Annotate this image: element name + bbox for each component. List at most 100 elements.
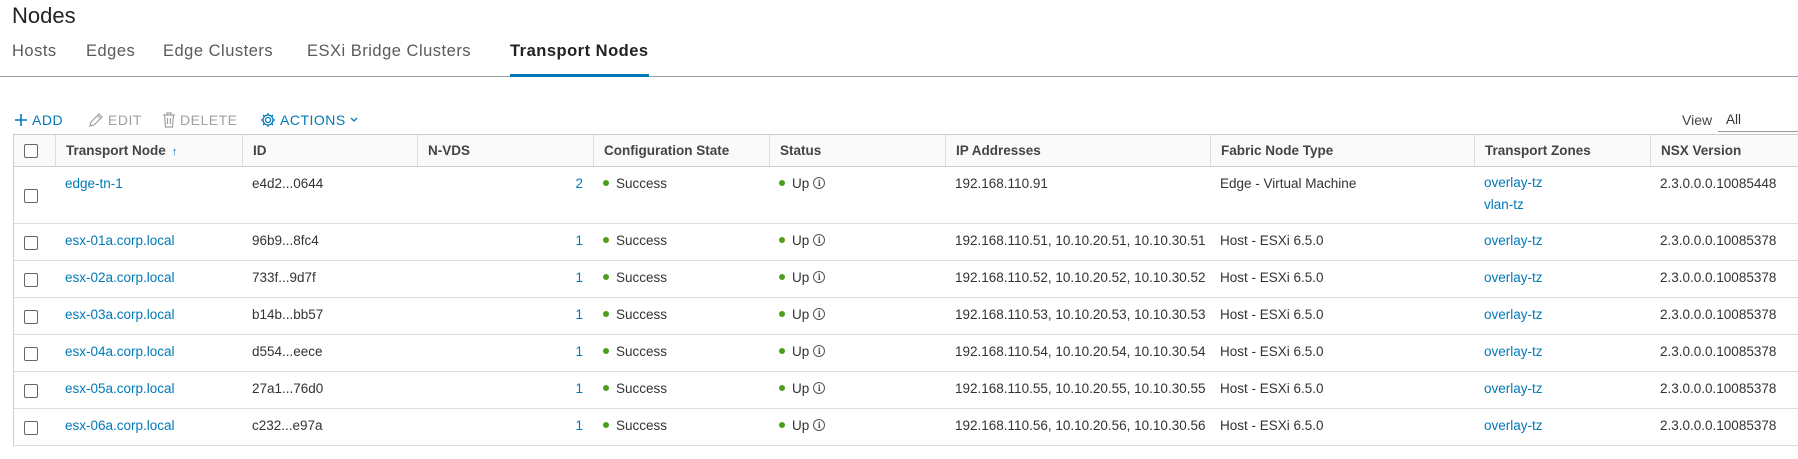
status-text: Up bbox=[792, 233, 810, 248]
nvds-count-link[interactable]: 1 bbox=[417, 418, 593, 433]
node-id: d554...eece bbox=[252, 344, 323, 359]
node-id: 27a1...76d0 bbox=[252, 381, 324, 396]
select-all-checkbox[interactable] bbox=[24, 144, 38, 158]
gear-icon bbox=[261, 113, 275, 127]
status-text: Up bbox=[792, 270, 810, 285]
column-header-fabric-node-type[interactable]: Fabric Node Type bbox=[1210, 135, 1474, 166]
column-header-id[interactable]: ID bbox=[242, 135, 417, 166]
ip-addresses: 192.168.110.51, 10.10.20.51, 10.10.30.51 bbox=[955, 233, 1206, 248]
add-label: ADD bbox=[32, 112, 64, 128]
ip-addresses: 192.168.110.52, 10.10.20.52, 10.10.30.52 bbox=[955, 270, 1206, 285]
transport-zone-link[interactable]: overlay-tz bbox=[1484, 172, 1543, 194]
info-icon[interactable]: i bbox=[813, 382, 826, 395]
config-state: Success bbox=[593, 418, 667, 433]
nsx-version: 2.3.0.0.0.10085378 bbox=[1660, 418, 1777, 433]
row-checkbox[interactable] bbox=[24, 189, 38, 203]
success-status-dot bbox=[603, 311, 609, 318]
column-header-transport-zones[interactable]: Transport Zones bbox=[1474, 135, 1650, 166]
row-checkbox[interactable] bbox=[24, 384, 38, 398]
column-header-configuration-state[interactable]: Configuration State bbox=[593, 135, 769, 166]
config-state-text: Success bbox=[616, 307, 668, 322]
fabric-node-type: Host - ESXi 6.5.0 bbox=[1220, 344, 1324, 359]
nsx-version: 2.3.0.0.0.10085378 bbox=[1660, 307, 1777, 322]
info-icon[interactable]: i bbox=[813, 345, 826, 358]
row-checkbox[interactable] bbox=[24, 310, 38, 324]
up-status-dot bbox=[779, 237, 785, 244]
column-header-nvds[interactable]: N-VDS bbox=[417, 135, 593, 166]
ip-addresses: 192.168.110.56, 10.10.20.56, 10.10.30.56 bbox=[955, 418, 1206, 433]
transport-node-link[interactable]: esx-03a.corp.local bbox=[55, 307, 175, 322]
row-checkbox[interactable] bbox=[24, 347, 38, 361]
column-header-ip-addresses[interactable]: IP Addresses bbox=[945, 135, 1210, 166]
transport-node-link[interactable]: edge-tn-1 bbox=[55, 176, 123, 191]
add-button[interactable]: ADD bbox=[14, 112, 63, 128]
ip-addresses: 192.168.110.53, 10.10.20.53, 10.10.30.53 bbox=[955, 307, 1206, 322]
fabric-node-type: Host - ESXi 6.5.0 bbox=[1220, 418, 1324, 433]
column-header-transport-node[interactable]: Transport Node ↑ bbox=[55, 135, 242, 166]
table-row[interactable]: edge-tn-1 e4d2...0644 2 Success Up i 192.… bbox=[14, 167, 1798, 224]
table-row[interactable]: esx-06a.corp.local c232...e97a 1 Success… bbox=[14, 409, 1798, 446]
nsx-version: 2.3.0.0.0.10085378 bbox=[1660, 344, 1777, 359]
nvds-count-link[interactable]: 1 bbox=[417, 233, 593, 248]
nvds-count-link[interactable]: 1 bbox=[417, 307, 593, 322]
table-row[interactable]: esx-05a.corp.local 27a1...76d0 1 Success… bbox=[14, 372, 1798, 409]
toolbar: ADD EDIT DELETE ACTIONS View All bbox=[0, 108, 1798, 134]
success-status-dot bbox=[603, 422, 609, 429]
transport-zone-link[interactable]: overlay-tz bbox=[1474, 381, 1543, 396]
table-row[interactable]: esx-02a.corp.local 733f...9d7f 1 Success… bbox=[14, 261, 1798, 298]
node-status: Up i bbox=[769, 418, 826, 433]
up-status-dot bbox=[779, 385, 785, 392]
row-checkbox[interactable] bbox=[24, 236, 38, 250]
transport-zone-link[interactable]: overlay-tz bbox=[1474, 270, 1543, 285]
up-status-dot bbox=[779, 422, 785, 429]
nvds-count-link[interactable]: 1 bbox=[417, 344, 593, 359]
nsx-version: 2.3.0.0.0.10085378 bbox=[1660, 233, 1777, 248]
nvds-count-link[interactable]: 2 bbox=[417, 176, 593, 191]
tab-esxi-bridge-clusters[interactable]: ESXi Bridge Clusters bbox=[307, 42, 471, 74]
column-header-status[interactable]: Status bbox=[769, 135, 945, 166]
tab-edges[interactable]: Edges bbox=[86, 42, 135, 74]
node-status: Up i bbox=[769, 307, 826, 322]
node-id: e4d2...0644 bbox=[252, 176, 324, 191]
edit-button[interactable]: EDIT bbox=[88, 112, 142, 128]
info-icon[interactable]: i bbox=[813, 308, 826, 321]
view-filter-select[interactable]: All bbox=[1718, 108, 1798, 132]
row-checkbox[interactable] bbox=[24, 273, 38, 287]
pencil-icon bbox=[89, 113, 103, 127]
success-status-dot bbox=[603, 180, 609, 187]
info-icon[interactable]: i bbox=[813, 177, 826, 190]
transport-zone-link[interactable]: overlay-tz bbox=[1474, 307, 1543, 322]
actions-menu-button[interactable]: ACTIONS bbox=[260, 112, 358, 128]
tab-transport-nodes[interactable]: Transport Nodes bbox=[510, 42, 649, 77]
table-row[interactable]: esx-03a.corp.local b14b...bb57 1 Success… bbox=[14, 298, 1798, 335]
nvds-count-link[interactable]: 1 bbox=[417, 381, 593, 396]
node-status: Up i bbox=[769, 233, 826, 248]
transport-node-link[interactable]: esx-06a.corp.local bbox=[55, 418, 175, 433]
info-icon[interactable]: i bbox=[813, 234, 826, 247]
transport-node-link[interactable]: esx-01a.corp.local bbox=[55, 233, 175, 248]
column-header-nsx-version[interactable]: NSX Version bbox=[1650, 135, 1798, 166]
success-status-dot bbox=[603, 274, 609, 281]
tab-edge-clusters[interactable]: Edge Clusters bbox=[163, 42, 273, 74]
table-row[interactable]: esx-01a.corp.local 96b9...8fc4 1 Success… bbox=[14, 224, 1798, 261]
transport-zone-link[interactable]: overlay-tz bbox=[1474, 344, 1543, 359]
column-header-label: Transport Node bbox=[66, 143, 166, 158]
config-state-text: Success bbox=[616, 233, 668, 248]
page-title: Nodes bbox=[12, 3, 76, 28]
info-icon[interactable]: i bbox=[813, 271, 826, 284]
row-checkbox[interactable] bbox=[24, 421, 38, 435]
tab-hosts[interactable]: Hosts bbox=[12, 42, 57, 74]
info-icon[interactable]: i bbox=[813, 419, 826, 432]
table-row[interactable]: esx-04a.corp.local d554...eece 1 Success… bbox=[14, 335, 1798, 372]
transport-node-link[interactable]: esx-02a.corp.local bbox=[55, 270, 175, 285]
delete-button[interactable]: DELETE bbox=[162, 112, 237, 128]
transport-zone-link[interactable]: overlay-tz bbox=[1474, 233, 1543, 248]
nvds-count-link[interactable]: 1 bbox=[417, 270, 593, 285]
transport-zone-link[interactable]: vlan-tz bbox=[1484, 194, 1543, 216]
transport-node-link[interactable]: esx-04a.corp.local bbox=[55, 344, 175, 359]
transport-zone-link[interactable]: overlay-tz bbox=[1474, 418, 1543, 433]
status-text: Up bbox=[792, 418, 810, 433]
transport-node-link[interactable]: esx-05a.corp.local bbox=[55, 381, 175, 396]
node-status: Up i bbox=[769, 270, 826, 285]
node-status: Up i bbox=[769, 344, 826, 359]
